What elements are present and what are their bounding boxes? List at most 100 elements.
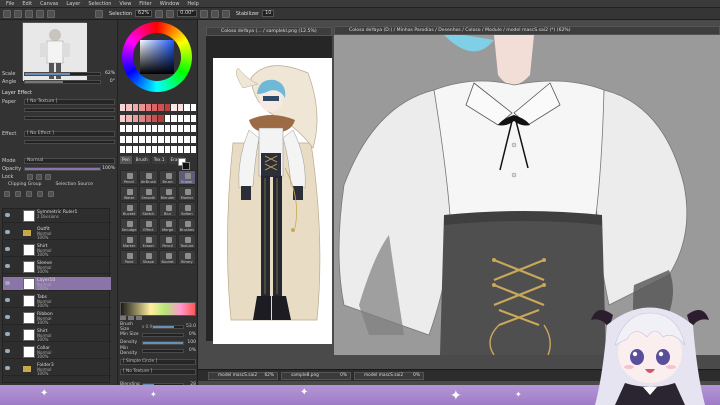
tool-button[interactable]: Brush [158,170,177,185]
document-tab[interactable]: model mascS.sai2 62% [208,372,278,380]
visibility-eye-icon[interactable] [5,281,10,285]
brush-texture-row[interactable]: [ No Texture ] [120,368,196,375]
tool-button[interactable]: Merge [158,218,177,233]
layer-row[interactable]: Ribbon Normal 100% [3,311,111,325]
tool-button[interactable]: Shape [139,250,158,265]
paper-intensity-slider[interactable] [24,107,115,112]
tool-button[interactable]: Texture [177,234,196,249]
tool-button[interactable]: Effect [139,218,158,233]
brush-size-row[interactable]: Brush Size x 0.9 53.0 [120,322,196,332]
lock-alpha-button[interactable] [45,173,51,180]
tool-button[interactable]: Pencil [158,234,177,249]
lock-move-button[interactable] [36,173,42,180]
color-swatch[interactable] [139,104,145,111]
density-slider[interactable] [142,340,184,345]
color-swatch[interactable] [171,114,177,122]
delete-layer-button[interactable] [48,190,54,197]
menu-item[interactable]: Window [160,1,180,7]
clipping-group-checkbox[interactable]: Clipping Group [8,182,41,187]
tool-button[interactable]: Bucket [120,202,139,217]
visibility-eye-icon[interactable] [5,247,10,251]
color-swatch[interactable] [152,104,158,111]
tool-button[interactable]: Sketch [139,202,158,217]
color-swatch[interactable] [190,125,196,133]
color-swatch[interactable] [120,114,126,122]
tool-button[interactable]: AirBrush [139,170,158,185]
tool-button[interactable]: Smooth [139,186,158,201]
color-swatch[interactable] [171,146,177,154]
color-swatch[interactable] [190,146,196,154]
paper-dropdown[interactable]: [ No Texture ] [24,98,115,105]
layer-row[interactable]: Sleeve Normal 100% [3,260,111,274]
menu-item[interactable]: Filter [139,1,151,7]
menu-item[interactable]: Help [187,1,198,7]
color-swatch[interactable] [126,104,132,111]
mode-row[interactable]: Mode Normal [2,157,115,164]
color-swatch[interactable] [184,135,190,143]
menu-item[interactable]: Edit [22,1,32,7]
color-swatch[interactable] [190,114,196,122]
tool-button[interactable]: Marker [120,234,139,249]
tool-tab[interactable]: Tex.1 [151,156,167,164]
color-swatch[interactable] [120,135,126,143]
rotate-right-button[interactable] [210,9,219,18]
color-swatch[interactable] [190,135,196,143]
color-swatch[interactable] [132,114,139,122]
stabilizer-field[interactable]: 10 [262,10,275,17]
color-swatch[interactable] [139,114,145,122]
color-swatch[interactable] [177,125,184,133]
color-swatch[interactable] [145,104,152,111]
color-swatch[interactable] [164,114,171,122]
visibility-eye-icon[interactable] [5,332,10,336]
color-swatch[interactable] [120,146,126,154]
color-swatch[interactable] [152,135,158,143]
tool-button[interactable]: Marker [177,186,196,201]
color-swatch[interactable] [164,146,171,154]
merge-down-button[interactable] [37,190,43,197]
min-density-slider[interactable] [142,348,184,353]
tool-tab[interactable]: Pen [120,156,132,164]
angle-field[interactable]: 0.00° [177,10,197,17]
tool-button[interactable]: Point [120,250,139,265]
color-swatch[interactable] [158,125,164,133]
color-swatch[interactable] [152,146,158,154]
tool-button[interactable]: Water [120,186,139,201]
layer-list[interactable]: Symmetric Ruler1 2 Divisions Outfit Normal 1… [2,208,111,383]
new-linework-layer-button[interactable] [15,190,21,197]
brush-shape-dropdown[interactable]: [ Simple Circle ] [120,358,196,365]
color-swatch[interactable] [145,114,152,122]
layer-folder-row[interactable]: Outfit Normal 100% [3,226,111,240]
zoom-field[interactable]: 62% [135,10,153,17]
layer-row[interactable]: Shirt Normal 100% [3,243,111,257]
paper-scale-slider[interactable] [24,115,115,120]
color-swatch[interactable] [126,125,132,133]
layer-row[interactable]: Shirt Normal 100% [3,328,111,342]
color-swatch[interactable] [126,146,132,154]
visibility-eye-icon[interactable] [5,213,10,217]
tool-button[interactable]: Binary [177,250,196,265]
color-swatch[interactable] [132,104,139,111]
color-swatch[interactable] [126,135,132,143]
min-density-row[interactable]: Min Density 0% [120,346,196,356]
color-swatch[interactable] [139,135,145,143]
new-canvas-button[interactable] [3,9,11,18]
layer-row[interactable]: Tabs Normal 100% [3,294,111,308]
color-swatch[interactable] [158,146,164,154]
color-swatch[interactable] [164,125,171,133]
brush-shape-icon[interactable] [128,316,134,320]
color-swatch[interactable] [184,125,190,133]
document-tab[interactable]: sample8.png 0% [281,372,351,380]
gradient-color-bar[interactable] [120,302,196,316]
tool-button[interactable]: Soften [177,202,196,217]
zoom-out-button[interactable] [155,9,164,18]
canvas-tab-main[interactable]: Coloso deYaya (D:) / Minhas Parodias / D… [334,26,720,35]
brush-shape-icon[interactable] [120,316,126,320]
angle-slider[interactable] [24,79,101,84]
color-swatch[interactable] [139,146,145,154]
brush-texture-dropdown[interactable]: [ No Texture ] [120,368,196,375]
tool-button[interactable]: Brushes [177,218,196,233]
color-swatch[interactable] [158,135,164,143]
visibility-eye-icon[interactable] [5,366,10,370]
blend-mode-dropdown[interactable]: Normal [24,157,115,164]
color-swatch[interactable] [177,135,184,143]
